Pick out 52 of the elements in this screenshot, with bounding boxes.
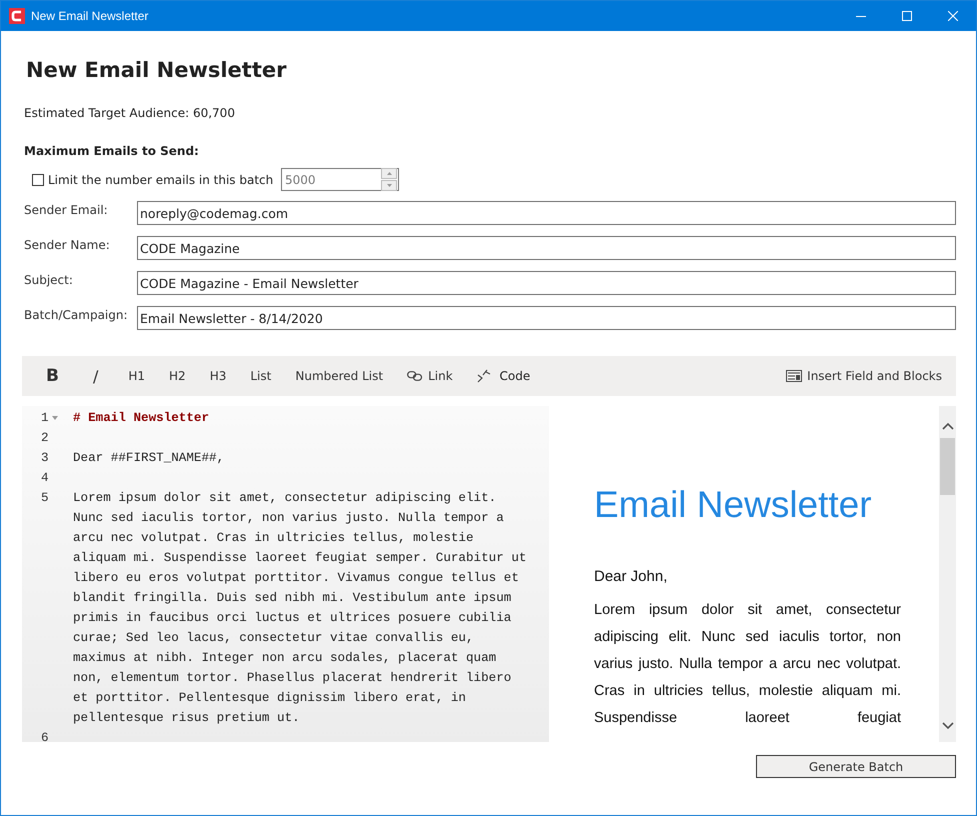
format-button[interactable]: Insert Field and Blocks	[776, 369, 952, 383]
format-button[interactable]: H1	[118, 369, 156, 383]
field-label: Subject:	[23, 273, 74, 287]
fold-arrow-icon[interactable]	[52, 416, 58, 420]
page-heading: New Email Newsletter	[26, 58, 288, 82]
text-field[interactable]: CODE Magazine - Email Newsletter	[137, 271, 956, 295]
code-icon	[476, 369, 491, 383]
preview-heading: Email Newsletter	[594, 484, 873, 526]
format-button[interactable]: B	[36, 366, 69, 386]
checkbox-icon[interactable]	[32, 174, 44, 186]
line-number: 6	[41, 730, 49, 742]
scroll-up-icon[interactable]	[942, 422, 954, 430]
format-button[interactable]: /	[82, 366, 108, 386]
close-icon[interactable]	[948, 11, 958, 21]
body-paragraph: Lorem ipsum dolor sit amet, consectetur adipiscing elit. Nunc sed iaculis tortor, non varius justo. Nulla tempor a arcu nec volutpat. Cras in ultricies tellus, molestie aliquam mi. Suspendisse laoreet feugiat	[594, 601, 901, 728]
code-line: Dear ##FIRST_NAME##,	[73, 450, 226, 467]
line-number: 3	[41, 450, 49, 467]
field-label: Batch/Campaign:	[23, 308, 129, 322]
limit-checkbox[interactable]: Limit the number emails in this batch	[32, 172, 281, 186]
audience-text: Estimated Target Audience: 60,700	[24, 106, 236, 120]
up-arrow-icon[interactable]	[386, 172, 392, 175]
line-number: 5	[41, 490, 49, 507]
line-number: 4	[41, 470, 49, 487]
format-button[interactable]: Numbered List	[285, 369, 394, 383]
field-label: Sender Email:	[23, 203, 109, 217]
field-label: Sender Name:	[23, 238, 111, 252]
form-icon	[786, 370, 802, 382]
window-title: New Email Newsletter	[31, 9, 148, 23]
maximize-icon[interactable]	[902, 11, 912, 21]
greeting-text: Dear John,	[594, 568, 668, 585]
generate-button[interactable]: Generate Batch	[756, 755, 956, 778]
app-logo-icon	[9, 8, 25, 24]
section-label: Maximum Emails to Send:	[24, 144, 200, 158]
number-spinner[interactable]: 5000	[281, 168, 399, 191]
scrollbar[interactable]	[939, 406, 956, 742]
line-number: 2	[41, 430, 49, 447]
text-field[interactable]: CODE Magazine	[137, 236, 956, 260]
scroll-thumb[interactable]	[940, 438, 955, 495]
code-editor[interactable]	[22, 406, 549, 742]
text-field[interactable]: noreply@codemag.com	[137, 201, 956, 225]
code-line: # Email Newsletter	[73, 410, 210, 427]
line-number: 1	[41, 410, 49, 427]
format-button[interactable]: Link	[397, 369, 463, 383]
format-button[interactable]: H2	[159, 369, 196, 383]
format-button[interactable]: List	[240, 369, 282, 383]
format-button[interactable]: H3	[200, 369, 236, 383]
link-icon	[407, 371, 424, 381]
scroll-down-icon[interactable]	[942, 722, 954, 730]
down-arrow-icon[interactable]	[386, 184, 392, 187]
text-field[interactable]: Email Newsletter - 8/14/2020	[137, 306, 956, 330]
format-button[interactable]: Code	[466, 369, 772, 383]
code-line: Lorem ipsum dolor sit amet, consectetur adipiscing elit. Nunc sed iaculis tortor, non varius justo. Nulla tempor a arcu nec volutpat. Cras in ultricies tellus, molestie aliquam mi. Suspendisse laoreet feugiat semper. Curabitur ut libero eu eros volutpat porttitor. Vivamus congue tellus et blandit fringilla. Duis sed nibh mi. Vestibulum ante ipsum primis in faucibus orci luctus et ultrices posuere cubilia curae; Sed leo lacus, consectetur vitae convallis eu, maximus at nibh. Integer non arcu sodales, placerat quam non, elementum tortor. Phasellus placerat hendrerit libero et porttitor. Pellentesque dignissim libero erat, in pellentesque risus pretium ut.	[73, 490, 526, 727]
